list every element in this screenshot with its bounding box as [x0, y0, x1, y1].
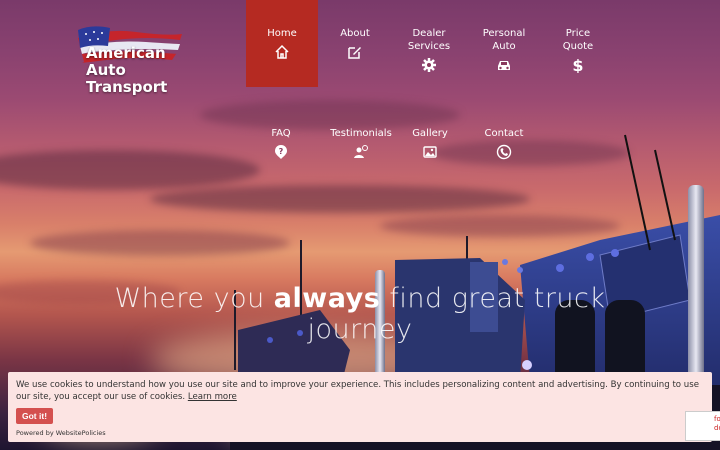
user-chat-icon	[354, 145, 368, 158]
logo-line-3: Transport	[86, 78, 168, 96]
nav-contact[interactable]: Contact	[468, 127, 540, 160]
cookie-powered-by: Powered by WebsitePolicies	[16, 429, 106, 437]
hero-headline: Where you always find great truck journe…	[100, 283, 620, 345]
cookie-message-text: We use cookies to understand how you use…	[16, 380, 700, 402]
widget-line-1: fo	[714, 415, 720, 423]
brand-logo[interactable]: American Auto Transport	[70, 18, 190, 102]
gear-icon	[422, 58, 436, 72]
nav-personal-auto[interactable]: Personal Auto	[468, 27, 540, 73]
nav-about-label: About	[340, 28, 370, 39]
nav-home-label: Home	[267, 28, 297, 39]
headline-emphasis: always	[273, 283, 381, 314]
phone-icon	[496, 144, 512, 160]
logo-line-1: American	[86, 44, 166, 62]
nav-faq-label: FAQ	[271, 128, 291, 139]
nav-home[interactable]: Home	[246, 0, 318, 87]
nav-contact-label: Contact	[484, 128, 524, 139]
cookie-learn-more-link[interactable]: Learn more	[188, 392, 237, 402]
nav-price-quote[interactable]: Price Quote $	[542, 27, 614, 73]
nav-testimonials[interactable]: Testimonials	[319, 127, 403, 160]
nav-faq[interactable]: FAQ ?	[245, 127, 317, 160]
headline-start: Where you	[114, 283, 274, 314]
cookie-message: We use cookies to understand how you use…	[16, 379, 704, 403]
logo-line-2: Auto	[86, 61, 126, 79]
car-icon	[498, 61, 510, 70]
question-icon: ?	[275, 145, 287, 159]
widget-line-2: do	[714, 424, 720, 432]
cookie-banner: We use cookies to understand how you use…	[8, 372, 712, 442]
home-icon	[275, 44, 289, 59]
nav-price-label: Price Quote	[562, 28, 594, 52]
nav-testimonials-label: Testimonials	[330, 128, 392, 139]
svg-text:$: $	[572, 57, 583, 73]
nav-personal-label: Personal Auto	[482, 28, 526, 52]
nav-gallery-label: Gallery	[412, 128, 448, 139]
nav-about[interactable]: About	[319, 27, 391, 60]
recaptcha-widget[interactable]: fo do	[685, 411, 720, 441]
edit-icon	[348, 47, 361, 59]
svg-text:?: ?	[279, 147, 284, 156]
nav-dealer-label: Dealer Services	[407, 28, 451, 52]
cookie-accept-button[interactable]: Got it!	[16, 408, 54, 424]
nav-gallery[interactable]: Gallery	[394, 127, 466, 160]
nav-dealer-services[interactable]: Dealer Services	[393, 27, 465, 73]
images-icon	[423, 146, 437, 158]
dollar-icon: $	[572, 57, 583, 73]
